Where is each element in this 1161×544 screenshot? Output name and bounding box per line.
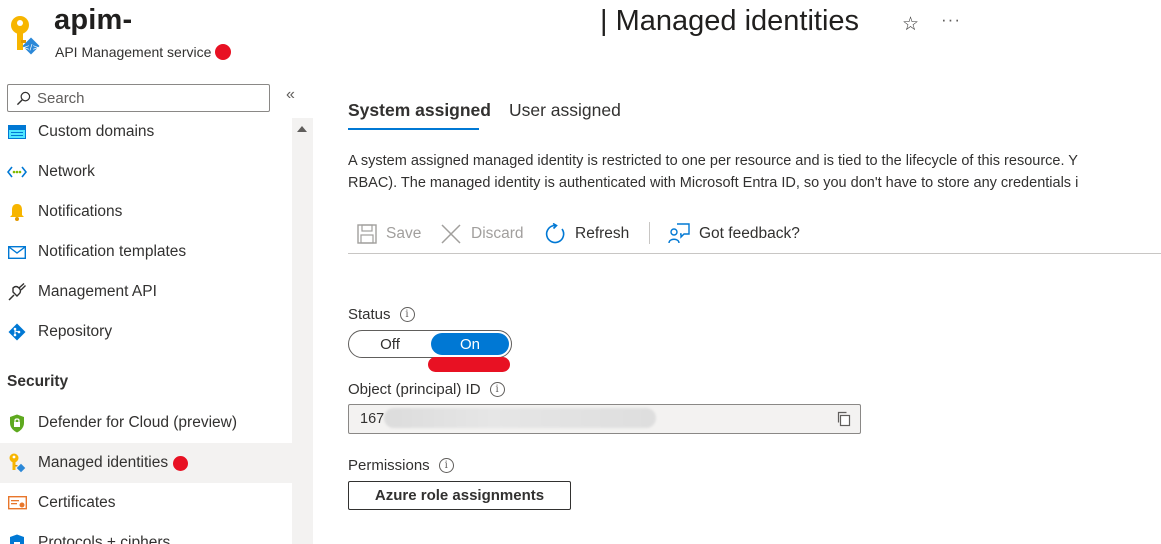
info-icon[interactable]: i	[438, 458, 454, 473]
redaction-mark	[428, 357, 510, 372]
save-button[interactable]: Save	[357, 220, 421, 248]
resource-type-label: API Management service	[55, 44, 212, 60]
sidebar-item-label: Notification templates	[38, 243, 187, 260]
sidebar-item-label: Custom domains	[38, 123, 155, 140]
search-input[interactable]	[37, 89, 257, 107]
status-toggle[interactable]: Off On	[348, 330, 512, 358]
custom-domains-icon	[7, 122, 27, 142]
description-text: A system assigned managed identity is re…	[348, 150, 1161, 194]
sidebar-item-label: Notifications	[38, 203, 123, 220]
save-label: Save	[386, 225, 422, 242]
sidebar-scrollbar[interactable]	[292, 118, 313, 544]
scroll-up-arrow-icon[interactable]	[297, 126, 307, 132]
discard-label: Discard	[471, 225, 524, 242]
copy-icon[interactable]	[836, 411, 852, 432]
refresh-label: Refresh	[575, 225, 630, 242]
sidebar-item-management-api[interactable]: Management API	[0, 272, 292, 312]
sidebar-item-label: Management API	[38, 283, 157, 300]
shield-icon	[7, 413, 27, 433]
info-icon[interactable]: i	[399, 307, 415, 322]
search-icon	[16, 91, 31, 105]
key-icon	[7, 453, 27, 473]
sidebar-item-protocols-ciphers[interactable]: Protocols + ciphers	[0, 523, 292, 544]
status-label: Status	[348, 306, 391, 323]
refresh-icon	[545, 223, 565, 244]
object-id-value: 167	[360, 411, 385, 427]
sidebar-item-defender-for-cloud[interactable]: Defender for Cloud (preview)	[0, 403, 292, 443]
description-line-1: A system assigned managed identity is re…	[348, 153, 1078, 169]
status-label-row: Status i	[348, 306, 415, 323]
sidebar-menu: Custom domains Network Notifications Not…	[0, 118, 292, 544]
sidebar-item-notifications[interactable]: Notifications	[0, 192, 292, 232]
redaction-dot	[215, 44, 232, 60]
tab-user-assigned[interactable]: User assigned	[509, 100, 621, 121]
description-line-2: RBAC). The managed identity is authentic…	[348, 175, 1079, 191]
sidebar-item-label: Repository	[38, 323, 113, 340]
page-title: | Managed identities	[600, 5, 860, 37]
svg-text:</>: </>	[23, 43, 39, 52]
sidebar-search[interactable]	[7, 84, 270, 112]
active-tab-indicator	[348, 128, 479, 130]
section-header-security: Security	[7, 373, 69, 390]
collapse-sidebar-button[interactable]: «	[286, 86, 295, 104]
certificate-icon	[7, 493, 27, 513]
mail-icon	[7, 242, 27, 262]
sidebar-item-label: Managed identities	[38, 454, 169, 471]
feedback-label: Got feedback?	[699, 225, 800, 242]
toolbar-separator	[649, 222, 650, 244]
command-bar: Save Discard Refresh Got feedback?	[348, 216, 1161, 254]
azure-role-assignments-button[interactable]: Azure role assignments	[348, 481, 571, 510]
api-management-key-icon: </>	[8, 14, 42, 58]
info-icon[interactable]: i	[489, 382, 505, 397]
sidebar-item-label: Network	[38, 163, 95, 180]
sidebar-item-label: Protocols + ciphers	[38, 534, 171, 544]
redaction-dot	[173, 455, 189, 471]
sidebar-item-managed-identities[interactable]: Managed identities	[0, 443, 292, 483]
more-icon[interactable]: ···	[941, 10, 961, 30]
feedback-button[interactable]: Got feedback?	[668, 220, 800, 248]
sidebar-item-label: Certificates	[38, 494, 116, 511]
sidebar-item-custom-domains[interactable]: Custom domains	[0, 118, 292, 152]
status-option-off[interactable]: Off	[349, 331, 431, 357]
shield-lock-icon	[7, 533, 27, 544]
sidebar-item-notification-templates[interactable]: Notification templates	[0, 232, 292, 272]
status-option-on[interactable]: On	[431, 333, 509, 355]
permissions-label-row: Permissions i	[348, 457, 454, 474]
close-icon	[441, 224, 461, 244]
object-id-label: Object (principal) ID	[348, 381, 481, 398]
permissions-label: Permissions	[348, 457, 430, 474]
sidebar-item-certificates[interactable]: Certificates	[0, 483, 292, 523]
resource-name: apim-	[54, 4, 133, 36]
star-icon[interactable]: ☆	[902, 13, 919, 36]
bell-icon	[7, 202, 27, 222]
redaction-blur	[384, 408, 656, 428]
save-icon	[357, 224, 377, 244]
sidebar-item-repository[interactable]: Repository	[0, 312, 292, 352]
tab-system-assigned[interactable]: System assigned	[348, 100, 491, 121]
sidebar-item-label: Defender for Cloud (preview)	[38, 414, 238, 431]
resource-type: API Management service	[55, 44, 232, 60]
feedback-icon	[668, 223, 690, 244]
network-icon	[7, 162, 27, 182]
plug-icon	[7, 282, 27, 302]
repository-icon	[7, 322, 27, 342]
discard-button[interactable]: Discard	[440, 220, 524, 248]
object-id-label-row: Object (principal) ID i	[348, 381, 505, 398]
sidebar-item-network[interactable]: Network	[0, 152, 292, 192]
refresh-button[interactable]: Refresh	[544, 220, 629, 248]
